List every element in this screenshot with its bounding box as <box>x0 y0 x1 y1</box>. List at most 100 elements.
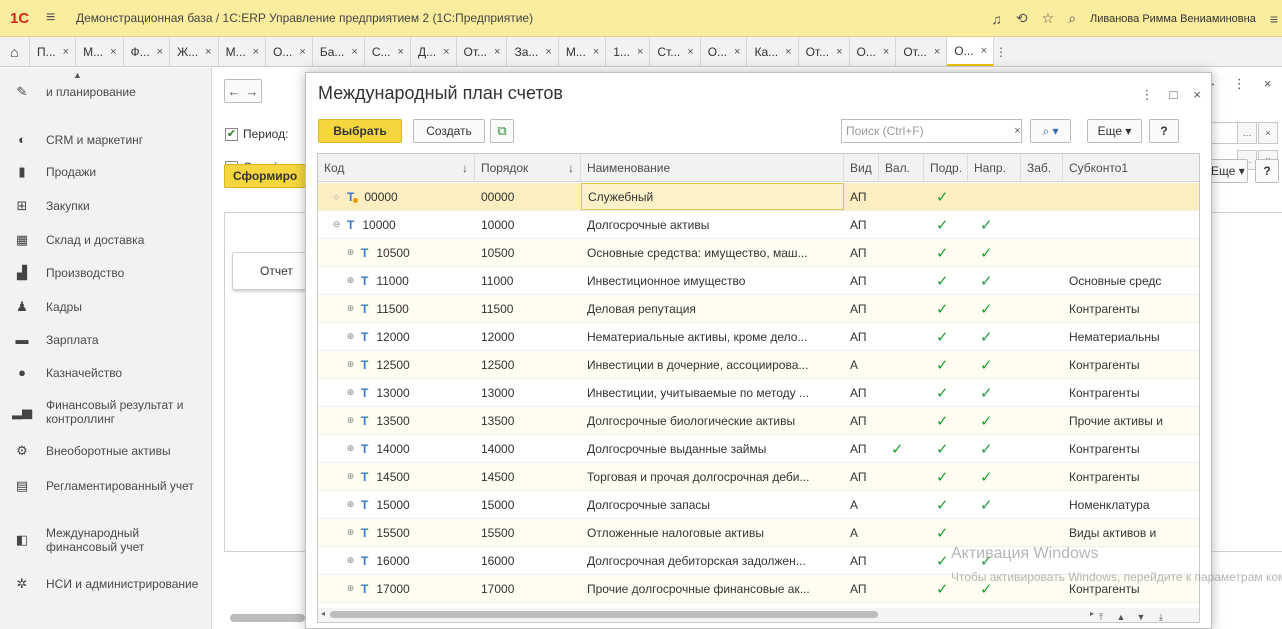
tab-close-icon[interactable]: × <box>110 46 116 58</box>
table-row[interactable]: ○ T 00000 00000 Служебный АП ✓ <box>318 183 1199 211</box>
sidebar-scroll-up-icon[interactable]: ▲ <box>73 70 82 80</box>
settings-menu-icon[interactable]: ≡ <box>1270 11 1278 27</box>
search-input[interactable]: Поиск (Ctrl+F) <box>841 119 1022 143</box>
tab-close-icon[interactable]: × <box>785 46 791 58</box>
window-tab[interactable]: Ст... × <box>650 37 701 66</box>
table-row[interactable]: ⊖ T 10000 10000 Долгосрочные активы АП ✓ ✓ <box>318 211 1199 239</box>
tab-close-icon[interactable]: × <box>351 46 357 58</box>
sidebar-item[interactable]: ✲ НСИ и администрирование <box>0 576 212 592</box>
nav-back-forward[interactable]: ← → <box>224 79 262 103</box>
search-options-button[interactable]: ⌕ ▾ <box>1030 119 1071 143</box>
sidebar-item[interactable]: ⚙ Внеоборотные активы <box>0 443 212 459</box>
sidebar-item[interactable]: ▂▅ Финансовый результат и контроллинг <box>0 398 212 426</box>
bg-horizontal-scrollbar[interactable] <box>230 614 305 622</box>
generate-button[interactable]: Сформиро <box>224 164 314 188</box>
sidebar-item[interactable]: ● Казначейство <box>0 365 212 380</box>
expand-icon[interactable]: ⊕ <box>346 499 355 510</box>
sidebar-item[interactable]: ▬ Зарплата <box>0 332 212 347</box>
window-tab[interactable]: М... × <box>76 37 124 66</box>
expand-icon[interactable]: ⊕ <box>346 387 355 398</box>
dialog-more-icon[interactable]: ⋮ <box>1141 87 1154 103</box>
window-tab[interactable]: От... × <box>457 37 508 66</box>
table-row[interactable]: ⊕ T 12000 12000 Нематериальные активы, кроме… <box>318 323 1199 351</box>
favorites-star-icon[interactable]: ☆ <box>1042 10 1055 27</box>
tab-close-icon[interactable]: × <box>157 46 163 58</box>
tab-close-icon[interactable]: × <box>593 46 599 58</box>
expand-icon[interactable]: ⊕ <box>346 415 355 426</box>
table-row[interactable]: ⊕ T 11000 11000 Инвестиционное имущество АП ✓ ✓… <box>318 267 1199 295</box>
expand-icon[interactable]: ⊕ <box>346 583 355 594</box>
sidebar-item[interactable]: ▦ Склад и доставка <box>0 232 212 248</box>
column-header-currency[interactable]: Вал. <box>879 154 924 182</box>
sidebar-item[interactable]: ▟ Производство <box>0 265 212 281</box>
expand-icon[interactable]: ⊕ <box>346 359 355 370</box>
history-icon[interactable]: ⟲ <box>1016 10 1028 27</box>
table-horizontal-scrollbar[interactable]: ◂ ▸ <box>318 608 1199 622</box>
table-row[interactable]: ⊕ T 15500 15500 Отложенные налоговые активы А… <box>318 519 1199 547</box>
window-tab[interactable]: От... × <box>896 37 948 66</box>
table-row[interactable]: ⊕ T 13000 13000 Инвестиции, учитываемые по м… <box>318 379 1199 407</box>
current-user[interactable]: Ливанова Римма Вениаминовна <box>1090 13 1256 25</box>
tab-close-icon[interactable]: × <box>299 46 305 58</box>
back-arrow-icon[interactable]: ← <box>228 84 241 99</box>
tab-close-icon[interactable]: × <box>883 46 889 58</box>
sidebar-item[interactable]: ▮ Продажи <box>0 164 212 180</box>
tabs-more-icon[interactable]: ⋮ <box>994 37 1008 66</box>
search-magnifier-icon[interactable]: ⌕ ▾ <box>1042 124 1058 139</box>
table-row[interactable]: ⊕ T 12500 12500 Инвестиции в дочерние, ассоц… <box>318 351 1199 379</box>
window-tab[interactable]: За... × <box>507 37 559 66</box>
forward-arrow-icon[interactable]: → <box>246 84 259 99</box>
scroll-left-icon[interactable]: ◂ <box>321 609 325 618</box>
column-header-name[interactable]: Наименование <box>581 154 844 182</box>
column-header-offbalance[interactable]: Заб. <box>1021 154 1063 182</box>
tab-close-icon[interactable]: × <box>637 46 643 58</box>
main-menu-icon[interactable]: ≡ <box>46 9 68 27</box>
tab-close-icon[interactable]: × <box>398 46 404 58</box>
column-header-subdivision[interactable]: Подр. <box>924 154 968 182</box>
column-header-order[interactable]: Порядок ↓ <box>475 154 581 182</box>
bg-help-button[interactable]: ? <box>1255 159 1279 183</box>
window-tab[interactable]: От... × <box>799 37 850 66</box>
period-checkbox[interactable]: ✔ Период: <box>225 127 288 141</box>
period-checkbox-box[interactable]: ✔ <box>225 127 238 141</box>
sidebar-item[interactable]: ◧ Международный финансовый учет <box>0 526 212 554</box>
window-tab[interactable]: 1... × <box>606 37 651 66</box>
sidebar-item[interactable]: ◐ CRM и маркетинг <box>0 132 212 147</box>
expand-icon[interactable]: ⊕ <box>346 471 355 482</box>
column-header-code[interactable]: Код ↓ <box>318 154 475 182</box>
window-tab[interactable]: М... × <box>559 37 607 66</box>
table-row[interactable]: ⊕ T 13500 13500 Долгосрочные биологические а… <box>318 407 1199 435</box>
select-button[interactable]: Выбрать <box>318 119 402 143</box>
column-header-subconto1[interactable]: Субконто1 <box>1063 154 1199 182</box>
dialog-maximize-icon[interactable]: □ <box>1170 87 1178 103</box>
window-tab[interactable]: О... × <box>266 37 313 66</box>
window-tab[interactable]: Ф... × <box>124 37 171 66</box>
scrollbar-thumb[interactable] <box>330 611 878 618</box>
tab-close-icon[interactable]: × <box>63 46 69 58</box>
column-header-direction[interactable]: Напр. <box>968 154 1021 182</box>
window-tab[interactable]: Ба... × <box>313 37 365 66</box>
table-row[interactable]: ⊕ T 10500 10500 Основные средства: имущество… <box>318 239 1199 267</box>
tab-close-icon[interactable]: × <box>734 46 740 58</box>
window-tab[interactable]: О... × <box>947 37 995 66</box>
window-tab[interactable]: С... × <box>365 37 411 66</box>
tab-close-icon[interactable]: × <box>545 46 551 58</box>
tab-close-icon[interactable]: × <box>253 46 259 58</box>
search-clear-icon[interactable]: × <box>1010 119 1025 143</box>
tab-close-icon[interactable]: × <box>836 46 842 58</box>
expand-icon[interactable]: ⊕ <box>346 443 355 454</box>
leaf-icon[interactable]: ○ <box>332 192 341 202</box>
sidebar-item[interactable]: ♟ Кадры <box>0 299 212 315</box>
first-page-icon[interactable]: ⤒ <box>1094 610 1108 622</box>
sidebar-item[interactable]: ✎ и планирование <box>0 84 212 100</box>
prev-page-icon[interactable]: ▲ <box>1114 610 1128 622</box>
create-button[interactable]: Создать <box>413 119 485 143</box>
table-row[interactable]: ⊕ T 11500 11500 Деловая репутация АП ✓ ✓ Контраг… <box>318 295 1199 323</box>
tab-close-icon[interactable]: × <box>205 46 211 58</box>
close-icon[interactable]: × <box>1264 76 1272 92</box>
next-page-icon[interactable]: ▼ <box>1134 610 1148 622</box>
tab-close-icon[interactable]: × <box>934 46 940 58</box>
window-tab[interactable]: Ка... × <box>747 37 799 66</box>
window-tab[interactable]: О... × <box>701 37 748 66</box>
help-button[interactable]: ? <box>1149 119 1179 143</box>
